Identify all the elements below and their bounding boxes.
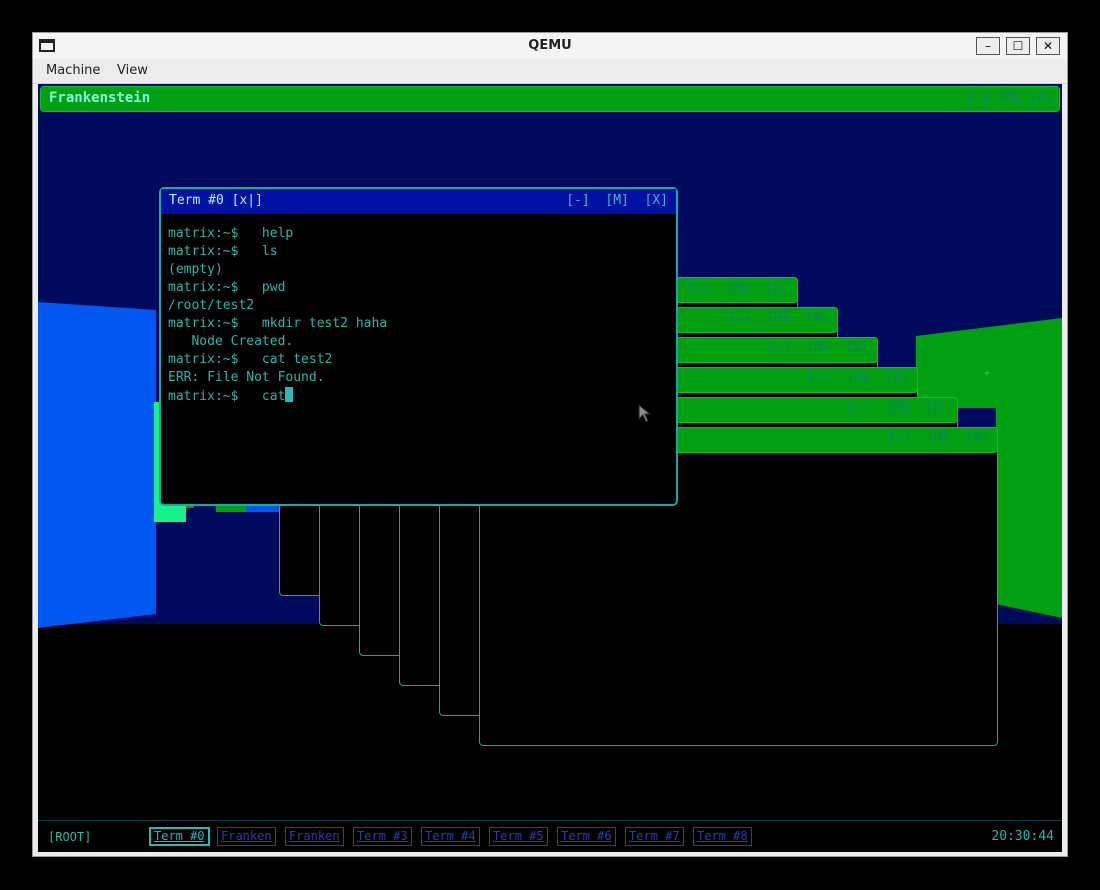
background-window-controls[interactable]: [-] [M] [X] [807, 371, 909, 386]
terminal-line: matrix:~$ ls [168, 244, 278, 259]
task-franken-2[interactable]: Franken [285, 827, 344, 846]
terminal-title: Term #0 [x|] [169, 193, 263, 208]
close-button[interactable]: ✕ [1036, 37, 1060, 55]
terminal-current-input[interactable]: matrix:~$ cat [168, 389, 285, 404]
top-window-titlebar[interactable]: Frankenstein [-] [M] [X] [40, 86, 1060, 112]
top-window-controls[interactable]: [-] [M] [X] [967, 90, 1053, 105]
guest-screen[interactable]: + Frankenstein [-] [M] [X] [-] [M] [X] [… [38, 84, 1062, 852]
terminal-window[interactable]: Term #0 [x|] [-] [M] [X] matrix:~$ help … [159, 187, 678, 506]
task-term-4[interactable]: Term #4 [421, 827, 480, 846]
terminal-titlebar[interactable]: Term #0 [x|] [-] [M] [X] [161, 189, 676, 214]
terminal-line: /root/test2 [168, 298, 255, 313]
terminal-line: Node Created. [168, 334, 294, 349]
terminal-controls[interactable]: [-] [M] [X] [566, 193, 668, 208]
menu-machine[interactable]: Machine [46, 63, 100, 78]
mouse-pointer-icon [638, 404, 652, 423]
terminal-input-line[interactable]: matrix:~$ cat [168, 387, 670, 405]
star-glyph: + [984, 368, 990, 379]
task-term-5[interactable]: Term #5 [489, 827, 548, 846]
clock: 20:30:44 [991, 829, 1054, 844]
host-title: QEMU [528, 38, 572, 53]
background-window-controls[interactable]: [-] [M] [X] [887, 431, 989, 446]
terminal-line: matrix:~$ mkdir test2 haha [168, 316, 388, 331]
text-cursor [285, 387, 294, 402]
terminal-line: matrix:~$ pwd [168, 280, 286, 295]
task-term-7[interactable]: Term #7 [625, 827, 684, 846]
menubar: Machine View [33, 59, 1067, 84]
left-wall-block [38, 302, 156, 628]
terminal-line: (empty) [168, 262, 223, 277]
background-window-controls[interactable]: [-] [M] [X] [767, 341, 869, 356]
menu-view[interactable]: View [117, 63, 148, 78]
task-term-3[interactable]: Term #3 [353, 827, 412, 846]
root-label: [ROOT] [48, 830, 92, 844]
minimize-button[interactable]: – [976, 37, 1000, 55]
maximize-button[interactable]: ☐ [1006, 37, 1030, 55]
background-window-controls[interactable]: [-] [M] [X] [687, 281, 789, 296]
host-titlebar[interactable]: QEMU – ☐ ✕ [33, 33, 1067, 60]
task-term-0[interactable]: Term #0 [149, 827, 210, 846]
task-franken-1[interactable]: Franken [217, 827, 276, 846]
task-term-8[interactable]: Term #8 [693, 827, 752, 846]
terminal-line: ERR: File Not Found. [168, 370, 325, 385]
task-term-6[interactable]: Term #6 [557, 827, 616, 846]
taskbar: [ROOT] Term #0 Franken Franken Term #3 T… [38, 820, 1062, 852]
terminal-line: matrix:~$ cat test2 [168, 352, 333, 367]
top-window-title: Frankenstein [49, 90, 151, 106]
background-window-controls[interactable]: [-] [M] [X] [847, 401, 949, 416]
terminal-output[interactable]: matrix:~$ help matrix:~$ ls (empty) matr… [168, 225, 670, 498]
background-window-controls[interactable]: [-] [M] [X] [727, 311, 829, 326]
terminal-line: matrix:~$ help [168, 226, 294, 241]
qemu-window: QEMU – ☐ ✕ Machine View + Frankenstein [… [32, 32, 1068, 857]
